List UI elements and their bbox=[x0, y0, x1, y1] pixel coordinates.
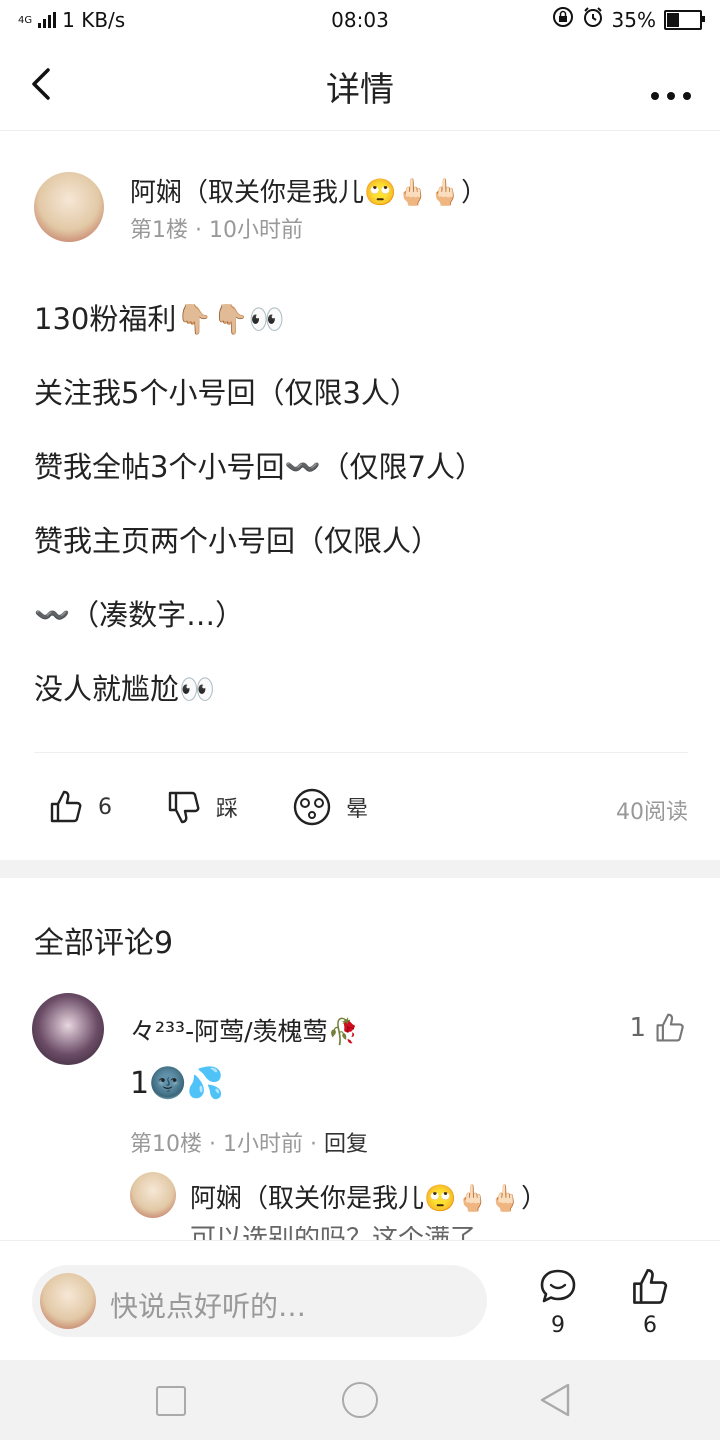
dislike-button[interactable]: 踩 bbox=[166, 782, 238, 832]
battery-percent: 35% bbox=[611, 7, 656, 32]
post-line: 130粉福利👇🏼👇🏼👀 bbox=[34, 302, 285, 336]
thumbs-up-icon bbox=[656, 1013, 684, 1042]
meta-separator: · bbox=[195, 218, 209, 243]
thumbs-up-icon bbox=[633, 1269, 668, 1304]
post-author-avatar[interactable] bbox=[34, 172, 104, 242]
comments-count: 9 bbox=[551, 1313, 565, 1338]
post-line: 赞我全帖3个小号回〰️（仅限7人） bbox=[34, 450, 485, 484]
post-time: 10小时前 bbox=[209, 218, 303, 243]
comment-time: 1小时前 bbox=[223, 1132, 303, 1157]
comment-input[interactable]: 快说点好听的… bbox=[32, 1265, 487, 1337]
home-button[interactable] bbox=[342, 1382, 378, 1418]
more-options-button[interactable] bbox=[650, 70, 692, 110]
post-line: 关注我5个小号回（仅限3人） bbox=[34, 376, 419, 410]
post-content: 130粉福利👇🏼👇🏼👀 关注我5个小号回（仅限3人） 赞我全帖3个小号回〰️（仅… bbox=[34, 282, 684, 726]
comment-like-count: 1 bbox=[629, 1013, 646, 1043]
system-back-button[interactable] bbox=[538, 1382, 572, 1422]
section-gap bbox=[0, 860, 720, 878]
dislike-label: 踩 bbox=[216, 797, 239, 822]
comment-like-button[interactable]: 1 bbox=[629, 1012, 686, 1044]
post-actions: 6 踩 晕 40阅读 bbox=[34, 782, 688, 832]
header: 详情 bbox=[0, 40, 720, 131]
bottom-like-count: 6 bbox=[643, 1313, 657, 1338]
bottom-like-button[interactable]: 6 bbox=[620, 1267, 680, 1338]
dizzy-button[interactable]: 晕 bbox=[292, 782, 368, 832]
reply-author-name[interactable]: 阿娴（取关你是我儿🙄🖕🏻🖕🏻） bbox=[190, 1178, 547, 1215]
divider bbox=[34, 752, 688, 753]
comment-input-placeholder: 快说点好听的… bbox=[110, 1290, 307, 1323]
comment-meta: 第10楼 · 1小时前 · 回复 bbox=[130, 1126, 368, 1158]
post-line: 〰️（凑数字…） bbox=[34, 598, 245, 632]
comment-bubble-icon bbox=[540, 1269, 576, 1303]
battery-icon bbox=[664, 9, 705, 30]
alarm-icon bbox=[582, 6, 604, 33]
reply-button[interactable]: 回复 bbox=[324, 1132, 368, 1157]
like-button[interactable]: 6 bbox=[48, 782, 112, 832]
meta-separator: · bbox=[209, 1132, 223, 1157]
comment-author-name[interactable]: 々²³³-阿莺/羡槐莺🥀 bbox=[130, 1012, 359, 1048]
page-title: 详情 bbox=[326, 70, 394, 110]
thumbs-down-icon bbox=[168, 791, 200, 824]
dizzy-label: 晕 bbox=[346, 797, 369, 822]
comments-heading: 全部评论9 bbox=[34, 926, 174, 961]
system-nav-bar bbox=[0, 1360, 720, 1440]
lock-rotation-icon bbox=[552, 6, 574, 33]
status-right: 35% bbox=[552, 6, 705, 33]
post-author-name[interactable]: 阿娴（取关你是我儿🙄🖕🏻🖕🏻） bbox=[130, 172, 487, 209]
comment-floor: 第10楼 bbox=[130, 1132, 202, 1157]
battery-fill bbox=[667, 12, 679, 27]
like-count: 6 bbox=[98, 794, 112, 820]
comment-text: 1🌚💦 bbox=[130, 1066, 224, 1101]
bottom-bar: 快说点好听的… 9 6 bbox=[0, 1240, 720, 1361]
post-line: 赞我主页两个小号回（仅限人） bbox=[34, 524, 441, 558]
user-avatar bbox=[40, 1273, 96, 1329]
status-bar: 4G 1 KB/s 08:03 35% bbox=[0, 0, 720, 40]
recent-apps-button[interactable] bbox=[156, 1386, 186, 1416]
comments-button[interactable]: 9 bbox=[528, 1267, 588, 1338]
thumbs-up-icon bbox=[50, 790, 82, 823]
more-icon bbox=[651, 92, 691, 100]
post-floor: 第1楼 bbox=[130, 218, 188, 243]
comment-avatar[interactable] bbox=[32, 993, 104, 1065]
post-line: 没人就尴尬👀 bbox=[34, 672, 216, 706]
meta-separator: · bbox=[310, 1132, 324, 1157]
reply-avatar[interactable] bbox=[130, 1172, 176, 1218]
triangle-back-icon bbox=[540, 1383, 570, 1417]
dizzy-face-icon bbox=[293, 788, 331, 826]
read-count: 40阅读 bbox=[616, 800, 688, 825]
post-meta: 第1楼 · 10小时前 bbox=[130, 212, 303, 244]
